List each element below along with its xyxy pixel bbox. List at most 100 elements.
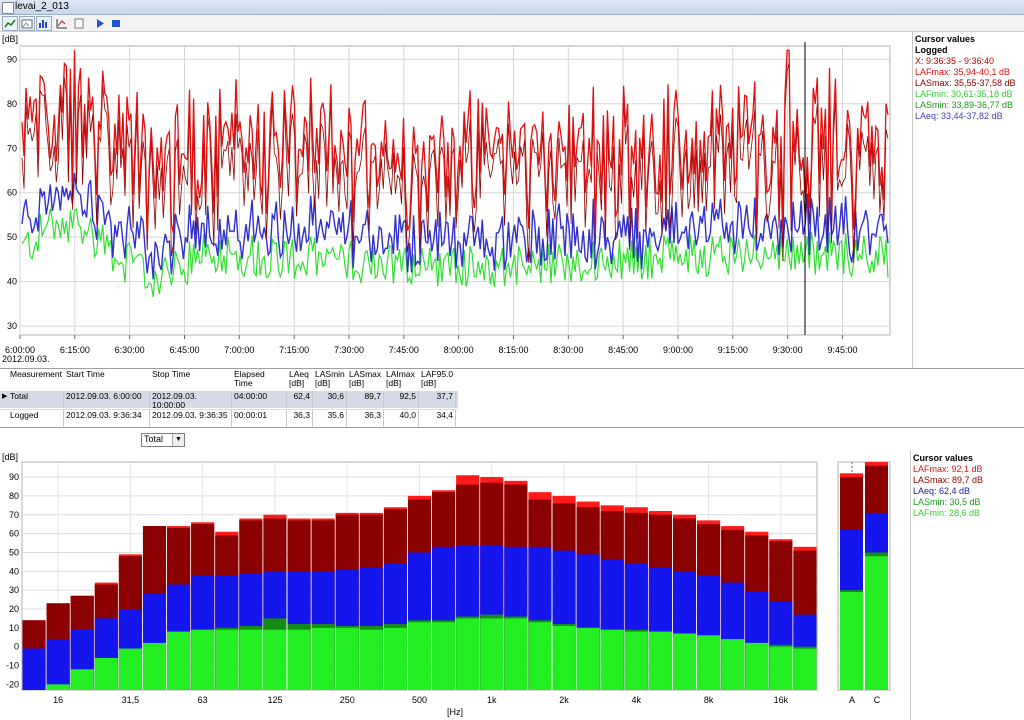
top-x-tick-label: 7:30:00 (334, 345, 364, 355)
spectrum-chart[interactable]: [dB] 90 80 70 60 50 40 30 20 10 0 -10 -20 16 31,5 63 12… (0, 450, 910, 720)
spectrum-x-tick-label: 4k (632, 695, 642, 705)
cursor-value-line: LAFmax: 92,1 dB (913, 464, 983, 474)
table-row[interactable]: ▶ Total 2012.09.03. 6:00:00 2012.09.03. … (0, 391, 458, 408)
spectrum-y-tick-label: 0 (14, 642, 19, 652)
col-lasmin: LASmin [dB] (315, 369, 345, 388)
x-axis-label: [Hz] (447, 707, 463, 717)
spectrum-x-tick-label: 2k (559, 695, 569, 705)
spectrum-y-tick-label: 90 (9, 472, 19, 482)
col-measurement: Measurement (10, 369, 62, 379)
spectrum-x-tick-label: 16k (774, 695, 789, 705)
spectrum-y-tick-label: 80 (9, 491, 19, 501)
cell-lasmax: 89,7 (347, 391, 384, 408)
bar-lafmin (576, 627, 600, 690)
total-bar-lafmin (840, 592, 863, 690)
bar-lafmin (118, 648, 142, 690)
total-x-tick-label: A (849, 695, 855, 705)
top-x-tick-label: 9:00:00 (663, 345, 693, 355)
top-y-tick-label: 40 (7, 277, 17, 287)
spectrum-y-tick-label: 70 (9, 510, 19, 520)
top-x-tick-label: 6:30:00 (115, 345, 145, 355)
spectrum-y-tick-label: -20 (6, 679, 19, 689)
total-bar-lafmin (865, 556, 888, 690)
cell-laf95: 37,7 (419, 391, 456, 408)
date-label: 2012.09.03. (2, 354, 50, 364)
bar-lafmin (600, 629, 624, 690)
bar-lafmin (432, 622, 456, 690)
window-titlebar: levai_2_013 (0, 0, 1024, 15)
cell-elapsed: 04:00:00 (232, 391, 287, 408)
top-x-tick-label: 9:30:00 (773, 345, 803, 355)
spectrum-x-tick-label: 31,5 (122, 695, 140, 705)
bar-lafmin (239, 629, 263, 690)
measurement-select-value: Total (144, 434, 164, 444)
cell-lasmin: 35,6 (313, 410, 347, 427)
top-x-tick-label: 8:15:00 (498, 345, 528, 355)
bar-lafmin (456, 618, 480, 690)
bar-lafmin (721, 639, 745, 690)
bar-lafmin (672, 633, 697, 690)
bar-lafmin (648, 631, 672, 690)
spectrum-x-tick-label: 125 (267, 695, 282, 705)
cell-start: 2012.09.03. 6:00:00 (64, 391, 150, 408)
bar-lafmin (46, 684, 70, 690)
col-laeq: LAeq [dB] (289, 369, 309, 388)
bar-lafmin (335, 627, 359, 690)
time-history-chart[interactable]: [dB] 90807060504030 6:00:00 6:15:00 6:30:0… (0, 32, 910, 368)
spectrum-y-tick-label: 60 (9, 529, 19, 539)
bar-lafmin (215, 629, 239, 690)
bar-lafmin (504, 618, 528, 690)
bar-lafmin (697, 635, 721, 690)
bar-lafmin (480, 618, 504, 690)
bar-lafmin (359, 629, 383, 690)
spectrum-y-tick-label: 30 (9, 585, 19, 595)
top-x-tick-label: 8:30:00 (553, 345, 583, 355)
window-title: levai_2_013 (15, 1, 69, 12)
chart-icon[interactable] (2, 16, 18, 31)
bar-lafmin (528, 622, 552, 690)
bar-lafmin (552, 625, 576, 690)
bar-lafmin (311, 627, 335, 690)
top-y-tick-label: 30 (7, 321, 17, 331)
bar-lafmin (191, 629, 215, 690)
spectrum-x-tick-label: 8k (704, 695, 714, 705)
top-x-tick-label: 6:15:00 (60, 345, 90, 355)
cursor-heading: Cursor values (913, 453, 974, 463)
col-start: Start Time (66, 369, 105, 379)
cell-laimax: 92,5 (384, 391, 419, 408)
top-x-tick-label: 7:00:00 (224, 345, 254, 355)
cell-laimax: 40,0 (384, 410, 419, 427)
cursor-heading: Cursor values (915, 34, 976, 44)
chevron-down-icon[interactable]: ▼ (172, 434, 184, 446)
stop-icon[interactable] (108, 16, 124, 31)
document-icon[interactable] (71, 16, 87, 31)
spectrum-y-tick-label: -10 (6, 661, 19, 671)
col-elapsed: Elapsed Time (234, 369, 265, 388)
bar-lafmin (383, 627, 407, 690)
play-icon[interactable] (92, 16, 108, 31)
bar-laeq (46, 639, 70, 690)
table-row[interactable]: Logged 2012.09.03. 9:36:34 2012.09.03. 9… (0, 409, 458, 427)
row-selected-icon: ▶ (2, 393, 8, 400)
total-x-tick-label: C (874, 695, 881, 705)
cell-lasmax: 36,3 (347, 410, 384, 427)
measurement-table: Measurement Start Time Stop Time Elapsed… (0, 368, 1024, 428)
bar-chart-icon[interactable] (36, 16, 52, 31)
cell-laeq: 36,3 (287, 410, 313, 427)
cell-start: 2012.09.03. 9:36:34 (64, 410, 150, 427)
spectrum-x-tick-label: 16 (53, 695, 63, 705)
bar-lafmin (769, 646, 793, 690)
spectrum-y-tick-label: 20 (9, 604, 19, 614)
graph-settings-icon[interactable] (54, 16, 70, 31)
image-icon[interactable] (19, 16, 35, 31)
top-y-ticks: 90 80 70 60 50 40 30 (7, 54, 17, 331)
cursor-value-line: LASmin: 30,5 dB (913, 497, 981, 507)
bottom-side-separator (910, 450, 911, 720)
cell-measurement: Total (8, 391, 64, 408)
side-separator (912, 32, 913, 368)
measurement-select[interactable]: Total ▼ (141, 433, 185, 447)
cell-elapsed: 00:00:01 (232, 410, 287, 427)
col-laf95: LAF95.0 [dB] (421, 369, 454, 388)
cursor-value-line: LAFmin: 30,61-35,18 dB (915, 89, 1013, 99)
cursor-values-bottom: Cursor values LAFmax: 92,1 dB LASmax: 89,… (913, 453, 1023, 519)
